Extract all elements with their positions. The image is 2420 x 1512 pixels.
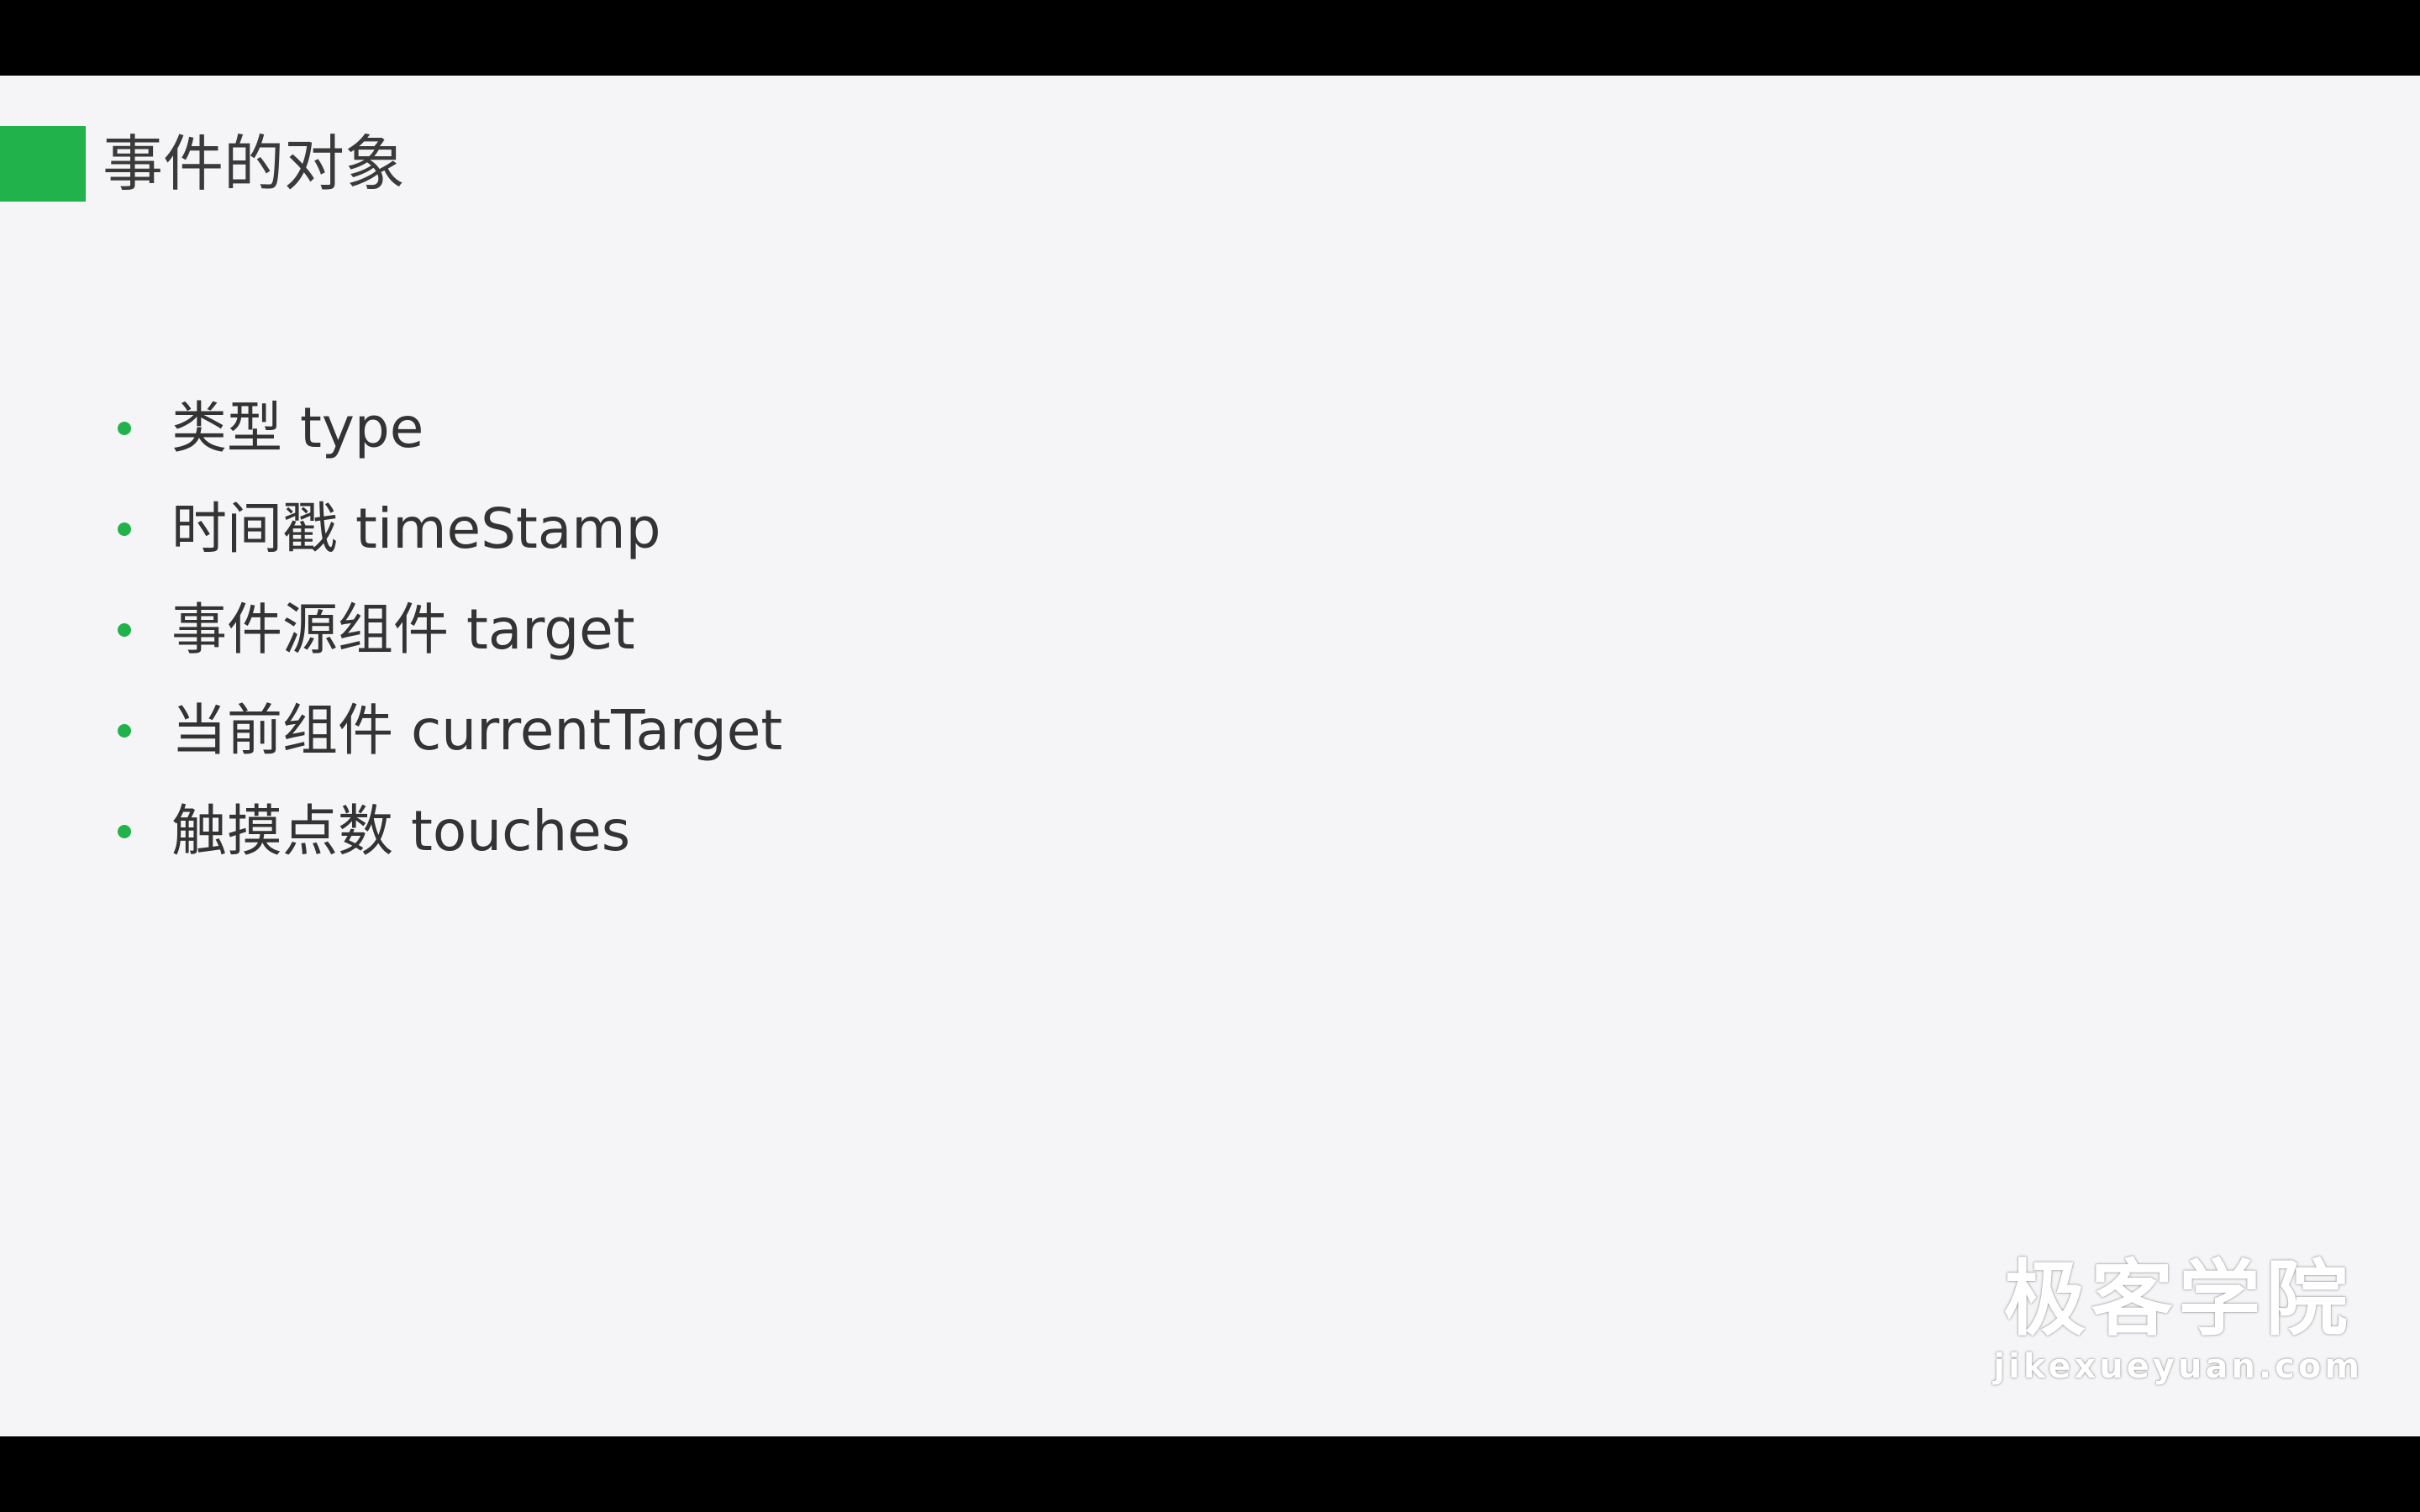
watermark-brand: 极客学院 <box>2003 1252 2354 1347</box>
bullet-item: 触摸点数 touches <box>118 781 782 882</box>
bullet-dot-icon <box>118 522 131 536</box>
bullet-text: 触摸点数 touches <box>171 799 631 864</box>
slide-title: 事件的对象 <box>103 129 406 199</box>
bullet-item: 类型 type <box>118 378 782 479</box>
bullet-item: 时间戳 timeStamp <box>118 479 782 580</box>
bullet-list: 类型 type 时间戳 timeStamp 事件源组件 target 当前组件 … <box>118 378 782 882</box>
bullet-dot-icon <box>118 422 131 435</box>
bullet-dot-icon <box>118 825 131 838</box>
bullet-dot-icon <box>118 724 131 738</box>
bullet-dot-icon <box>118 623 131 637</box>
bullet-item: 事件源组件 target <box>118 580 782 680</box>
watermark-url: jikexueyuan.com <box>1993 1347 2363 1386</box>
bullet-text: 时间戳 timeStamp <box>171 496 661 561</box>
watermark-logo: 极客学院 jikexueyuan.com <box>1993 1253 2363 1388</box>
letterbox-bottom <box>0 1436 2420 1512</box>
slide: 事件的对象 类型 type 时间戳 timeStamp 事件源组件 target… <box>0 76 2420 1436</box>
bullet-item: 当前组件 currentTarget <box>118 680 782 781</box>
letterbox-top <box>0 0 2420 76</box>
bullet-text: 事件源组件 target <box>171 597 635 662</box>
bullet-text: 当前组件 currentTarget <box>171 698 783 763</box>
bullet-text: 类型 type <box>171 396 424 460</box>
title-accent-bar <box>0 126 86 202</box>
